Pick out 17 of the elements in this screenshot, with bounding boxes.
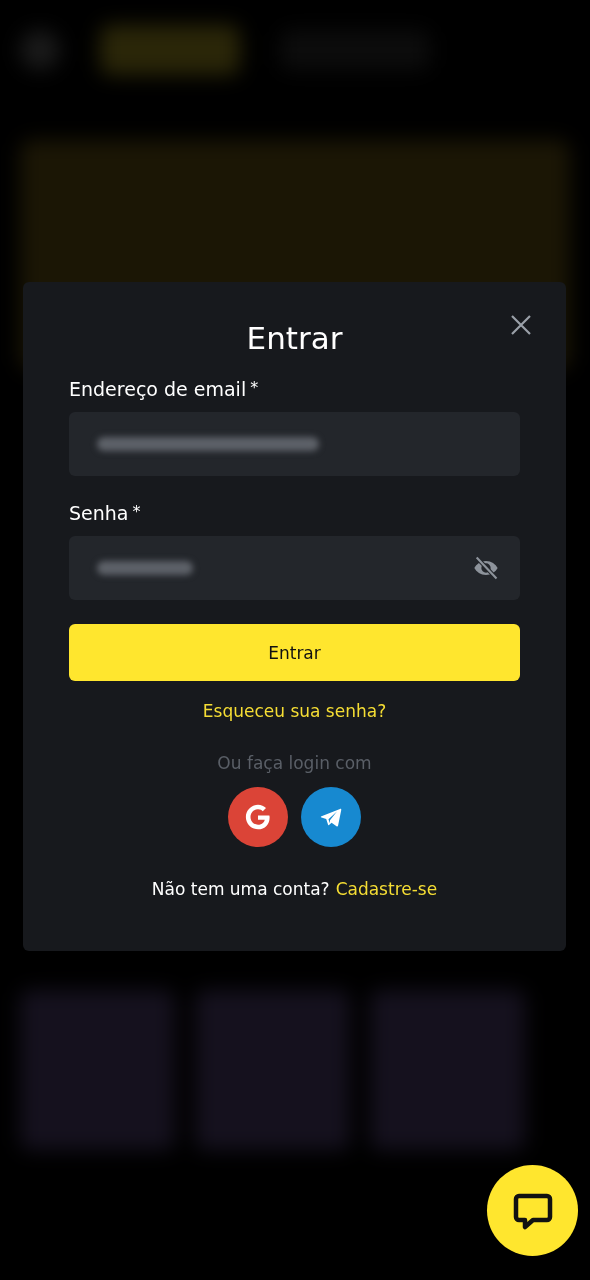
telegram-login-button[interactable] [301, 787, 361, 847]
social-login-caption: Ou faça login com [217, 753, 372, 773]
eye-slash-icon[interactable] [472, 554, 500, 582]
field-label: Endereço de email [69, 378, 247, 400]
signup-prompt: Não tem uma conta? [151, 879, 330, 899]
required-mark: * [132, 502, 141, 523]
email-field[interactable] [69, 412, 520, 476]
google-icon [243, 802, 273, 832]
login-button[interactable]: Entrar [69, 624, 520, 681]
forgot-password-link[interactable]: Esqueceu sua senha? [202, 701, 387, 721]
google-login-button[interactable] [228, 787, 288, 847]
required-mark: * [250, 378, 259, 399]
password-field[interactable] [69, 536, 520, 600]
close-icon[interactable] [510, 314, 532, 336]
signup-link[interactable]: Cadastre-se [335, 879, 438, 899]
dialog-title: Entrar [245, 320, 344, 356]
field-label: Senha [69, 502, 129, 524]
